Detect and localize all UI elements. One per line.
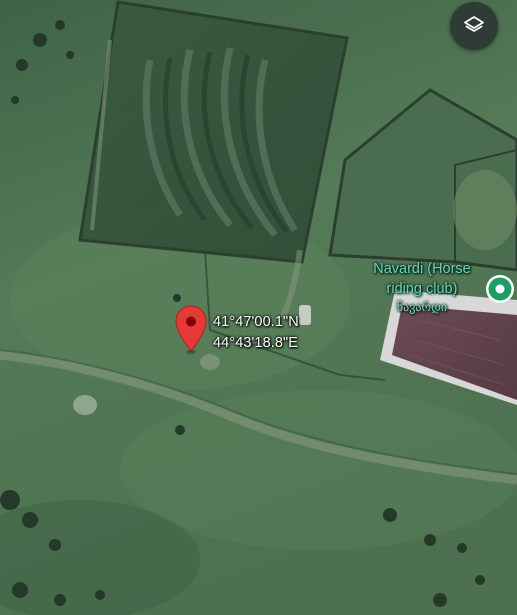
- place-label[interactable]: Navardi (Horse riding club) ნავარდი: [362, 259, 482, 315]
- dropped-pin-marker[interactable]: [174, 305, 208, 355]
- latitude-label: 41°47'00.1"N: [213, 314, 299, 330]
- map-view[interactable]: 41°47'00.1"N 44°43'18.8"E Navardi (Horse…: [0, 0, 517, 615]
- layers-icon: [464, 16, 484, 32]
- layers-button[interactable]: [450, 2, 498, 50]
- place-name[interactable]: Navardi (Horse riding club): [362, 259, 482, 299]
- pin-coordinates: 41°47'00.1"N 44°43'18.8"E: [213, 312, 299, 354]
- place-marker-icon[interactable]: [484, 273, 516, 305]
- longitude-label: 44°43'18.8"E: [213, 335, 299, 351]
- place-native-name[interactable]: ნავარდი: [362, 299, 482, 315]
